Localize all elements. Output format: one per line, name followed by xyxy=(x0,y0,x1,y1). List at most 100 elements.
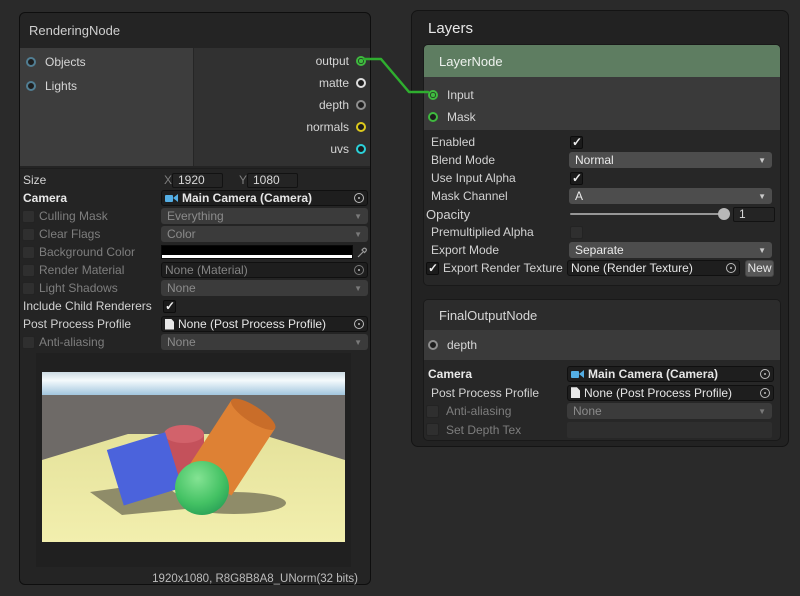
use-input-alpha-checkbox[interactable] xyxy=(570,172,583,185)
matte-port-icon[interactable] xyxy=(356,78,366,88)
post-process-profile-object-field[interactable]: None (Post Process Profile) xyxy=(567,385,774,401)
port-row: Mask xyxy=(424,106,780,128)
port-row: Objects xyxy=(20,50,193,74)
opacity-slider[interactable] xyxy=(570,213,729,215)
culling-mask-label: Culling Mask xyxy=(39,209,108,223)
post-process-profile-label: Post Process Profile xyxy=(23,317,131,331)
object-picker-icon[interactable] xyxy=(354,319,364,329)
premultiplied-alpha-checkbox[interactable] xyxy=(570,226,583,239)
light-shadows-override-checkbox[interactable] xyxy=(22,282,35,295)
layer-node-titlebar[interactable]: LayerNode xyxy=(424,45,780,77)
uvs-port-icon[interactable] xyxy=(356,144,366,154)
use-input-alpha-row: Use Input Alpha xyxy=(424,169,780,187)
mask-port-icon[interactable] xyxy=(428,112,438,122)
chevron-down-icon: ▼ xyxy=(354,284,362,293)
camera-object-field[interactable]: Main Camera (Camera) xyxy=(567,366,774,382)
lights-port-icon[interactable] xyxy=(26,81,36,91)
camera-label: Camera xyxy=(428,367,472,381)
final-output-node-title: FinalOutputNode xyxy=(439,308,537,323)
size-y-input[interactable]: 1080 xyxy=(247,173,298,188)
profile-asset-icon xyxy=(571,387,580,398)
background-color-row: Background Color xyxy=(20,243,370,261)
anti-aliasing-dropdown[interactable]: None▼ xyxy=(567,403,772,419)
layers-panel-title: Layers xyxy=(428,20,473,37)
output-port-icon[interactable] xyxy=(356,56,366,66)
culling-mask-row: Culling Mask Everything▼ xyxy=(20,207,370,225)
export-render-texture-label: Export Render Texture xyxy=(443,261,563,275)
export-mode-dropdown[interactable]: Separate▼ xyxy=(569,242,772,258)
set-depth-tex-checkbox[interactable] xyxy=(426,423,439,436)
clear-flags-dropdown[interactable]: Color▼ xyxy=(161,226,368,242)
depth-port-icon[interactable] xyxy=(356,100,366,110)
render-preview-image xyxy=(42,372,345,542)
enabled-checkbox[interactable] xyxy=(570,136,583,149)
opacity-value-input[interactable]: 1 xyxy=(733,207,775,222)
final-output-node-titlebar[interactable]: FinalOutputNode xyxy=(424,300,780,330)
include-child-renderers-checkbox[interactable] xyxy=(163,300,176,313)
object-picker-icon[interactable] xyxy=(760,369,770,379)
object-picker-icon[interactable] xyxy=(354,193,364,203)
rendering-node-properties: Size X 1920 Y 1080 Camera Main Camera (C… xyxy=(20,168,370,351)
culling-mask-override-checkbox[interactable] xyxy=(22,210,35,223)
opacity-row: Opacity 1 xyxy=(424,205,780,223)
object-picker-icon[interactable] xyxy=(354,265,364,275)
port-label: uvs xyxy=(330,142,349,156)
layers-panel: Layers LayerNode Input Mask Enabled Blen… xyxy=(411,10,789,447)
port-label: normals xyxy=(306,120,349,134)
size-x-input[interactable]: 1920 xyxy=(172,173,223,188)
rendering-node-ports: Objects Lights output matte depth normal… xyxy=(20,48,370,166)
eyedropper-icon[interactable] xyxy=(356,245,368,259)
render-material-override-checkbox[interactable] xyxy=(22,264,35,277)
profile-asset-icon xyxy=(165,319,174,330)
render-preview-container xyxy=(36,353,351,567)
blend-mode-row: Blend Mode Normal▼ xyxy=(424,151,780,169)
export-render-texture-checkbox[interactable] xyxy=(426,262,439,275)
clear-flags-row: Clear Flags Color▼ xyxy=(20,225,370,243)
object-picker-icon[interactable] xyxy=(726,263,736,273)
opacity-slider-handle[interactable] xyxy=(718,208,730,220)
culling-mask-dropdown[interactable]: Everything▼ xyxy=(161,208,368,224)
background-color-swatch[interactable] xyxy=(161,245,353,259)
clear-flags-override-checkbox[interactable] xyxy=(22,228,35,241)
anti-aliasing-override-checkbox[interactable] xyxy=(22,336,35,349)
rendering-node-titlebar[interactable]: RenderingNode xyxy=(20,13,370,47)
final-output-node-ports: depth xyxy=(424,330,780,360)
chevron-down-icon: ▼ xyxy=(354,230,362,239)
set-depth-tex-label: Set Depth Tex xyxy=(446,423,521,437)
blend-mode-dropdown[interactable]: Normal▼ xyxy=(569,152,772,168)
light-shadows-label: Light Shadows xyxy=(39,281,118,295)
background-color-override-checkbox[interactable] xyxy=(22,246,35,259)
render-material-object-field[interactable]: None (Material) xyxy=(161,262,368,278)
depth-port-icon[interactable] xyxy=(428,340,438,350)
clear-flags-label: Clear Flags xyxy=(39,227,100,241)
light-shadows-dropdown[interactable]: None▼ xyxy=(161,280,368,296)
camera-object-field[interactable]: Main Camera (Camera) xyxy=(161,190,368,206)
anti-aliasing-override-checkbox[interactable] xyxy=(426,405,439,418)
port-label: Mask xyxy=(447,110,476,124)
port-row: depth xyxy=(424,334,780,356)
final-output-node-properties: Camera Main Camera (Camera) Post Process… xyxy=(424,365,780,439)
chevron-down-icon: ▼ xyxy=(354,338,362,347)
object-picker-icon[interactable] xyxy=(760,388,770,398)
mask-channel-row: Mask Channel A▼ xyxy=(424,187,780,205)
new-render-texture-button[interactable]: New xyxy=(745,260,774,277)
export-render-texture-object-field[interactable]: None (Render Texture) xyxy=(567,260,740,276)
include-child-renderers-label: Include Child Renderers xyxy=(23,299,152,313)
set-depth-tex-row: Set Depth Tex xyxy=(424,421,780,440)
port-row: matte xyxy=(194,72,370,94)
mask-channel-dropdown[interactable]: A▼ xyxy=(569,188,772,204)
blend-mode-label: Blend Mode xyxy=(431,153,495,167)
include-child-renderers-row: Include Child Renderers xyxy=(20,297,370,315)
background-color-label: Background Color xyxy=(39,245,135,259)
normals-port-icon[interactable] xyxy=(356,122,366,132)
anti-aliasing-dropdown[interactable]: None▼ xyxy=(161,334,368,350)
camera-icon xyxy=(165,194,178,203)
objects-port-icon[interactable] xyxy=(26,57,36,67)
export-mode-row: Export Mode Separate▼ xyxy=(424,241,780,259)
layer-node-ports: Input Mask xyxy=(424,77,780,130)
post-process-profile-object-field[interactable]: None (Post Process Profile) xyxy=(161,316,368,332)
port-label: depth xyxy=(447,338,477,352)
port-label: Lights xyxy=(45,79,77,93)
premultiplied-alpha-row: Premultiplied Alpha xyxy=(424,223,780,241)
input-port-icon[interactable] xyxy=(428,90,438,100)
